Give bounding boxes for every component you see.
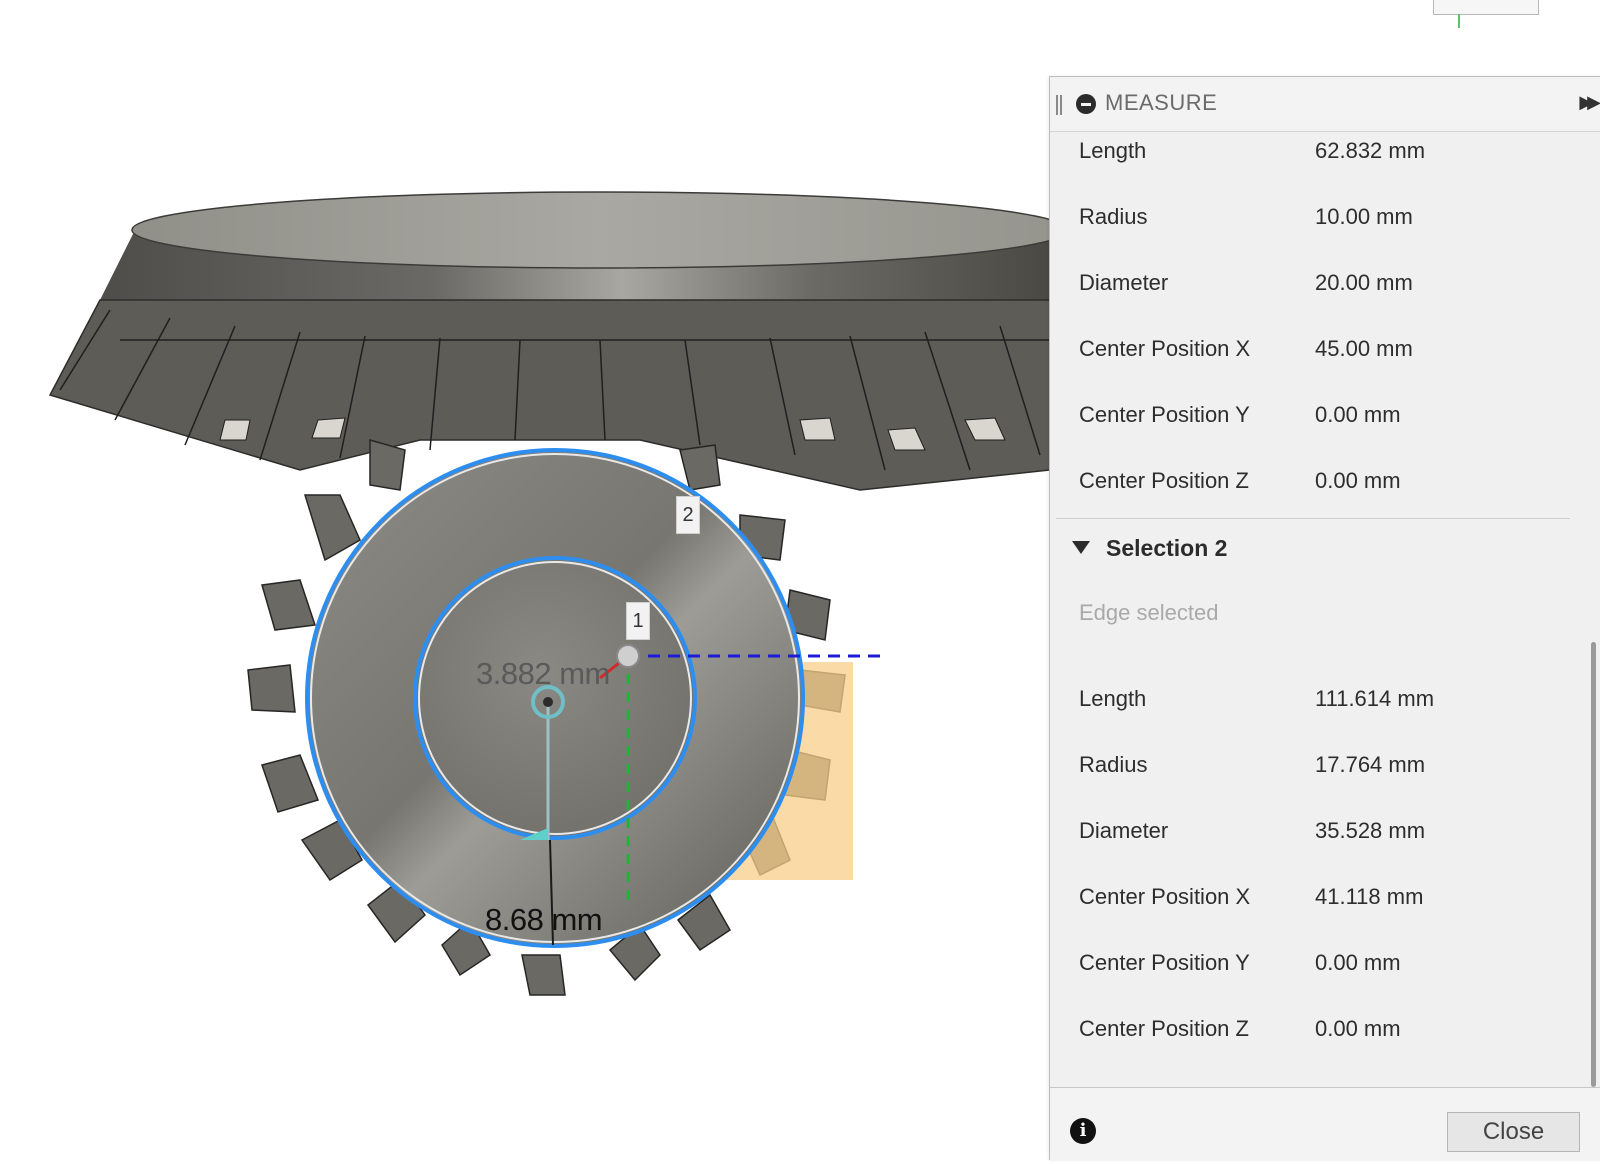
- panel-body[interactable]: Length 62.832 mm Radius 10.00 mm Diamete…: [1050, 132, 1600, 1087]
- measure-row-length: Length 111.614 mm: [1050, 680, 1570, 720]
- row-value: 62.832 mm: [1315, 138, 1426, 163]
- row-label: Center Position X: [1079, 884, 1251, 909]
- pinion-inner-face[interactable]: [413, 556, 697, 840]
- row-label: Center Position X: [1079, 336, 1251, 361]
- section-divider: [1056, 518, 1570, 519]
- measure-panel: MEASURE ▶▶ Length 62.832 mm Radius 10.00…: [1049, 76, 1600, 1161]
- row-label: Center Position Y: [1079, 950, 1250, 975]
- selection-marker-2[interactable]: 2: [676, 496, 700, 534]
- selection-status: Edge selected: [1079, 600, 1219, 625]
- row-value: 0.00 mm: [1315, 468, 1401, 493]
- row-label: Center Position Z: [1079, 468, 1249, 493]
- triangle-down-icon[interactable]: [1072, 541, 1090, 554]
- measure-row-radius: Radius 10.00 mm: [1050, 198, 1570, 238]
- row-value: 0.00 mm: [1315, 950, 1401, 975]
- selection-marker-1[interactable]: 1: [626, 602, 650, 640]
- row-value: 20.00 mm: [1315, 270, 1413, 295]
- dimension-label-bottom: 8.68 mm: [485, 902, 603, 937]
- row-value: 45.00 mm: [1315, 336, 1413, 361]
- panel-title: MEASURE: [1105, 90, 1218, 115]
- minus-circle-icon: [1076, 94, 1096, 114]
- row-label: Center Position Z: [1079, 1016, 1249, 1041]
- dimension-label-radius: 3.882 mm: [476, 656, 610, 691]
- row-value: 111.614 mm: [1315, 686, 1435, 711]
- row-label: Diameter: [1079, 270, 1169, 295]
- row-value: 41.118 mm: [1315, 884, 1424, 909]
- measure-row-radius: Radius 17.764 mm: [1050, 746, 1570, 786]
- bevel-gear-top-face[interactable]: [131, 191, 1069, 269]
- panel-footer: i Close: [1050, 1087, 1600, 1161]
- row-label: Length: [1079, 686, 1147, 711]
- measure-row-center-x: Center Position X 45.00 mm: [1050, 330, 1570, 370]
- measure-row-center-z: Center Position Z 0.00 mm: [1050, 462, 1570, 502]
- close-button[interactable]: Close: [1447, 1112, 1580, 1152]
- double-chevron-right-icon[interactable]: ▶▶: [1579, 92, 1600, 113]
- center-point-dot: [543, 697, 553, 707]
- row-label: Radius: [1079, 752, 1148, 777]
- row-label: Radius: [1079, 204, 1148, 229]
- row-label: Diameter: [1079, 818, 1169, 843]
- measure-row-length: Length 62.832 mm: [1050, 132, 1570, 172]
- measure-row-diameter: Diameter 20.00 mm: [1050, 264, 1570, 304]
- measure-row-center-x: Center Position X 41.118 mm: [1050, 878, 1570, 918]
- measure-row-diameter: Diameter 35.528 mm: [1050, 812, 1570, 852]
- drag-handle-icon[interactable]: [1056, 95, 1062, 115]
- viewcube-axis-icon: [1458, 14, 1460, 28]
- row-value: 10.00 mm: [1315, 204, 1413, 229]
- row-label: Length: [1079, 138, 1147, 163]
- viewcube[interactable]: [1433, 0, 1539, 15]
- row-label: Center Position Y: [1079, 402, 1250, 427]
- panel-header[interactable]: MEASURE ▶▶: [1050, 77, 1600, 132]
- measure-point-handle[interactable]: [616, 644, 640, 668]
- measure-row-center-y: Center Position Y 0.00 mm: [1050, 396, 1570, 436]
- scrollbar-thumb[interactable]: [1591, 642, 1596, 1087]
- measure-row-center-y: Center Position Y 0.00 mm: [1050, 944, 1570, 984]
- row-value: 0.00 mm: [1315, 1016, 1401, 1041]
- row-value: 0.00 mm: [1315, 402, 1401, 427]
- selection-2-title: Selection 2: [1106, 535, 1228, 561]
- row-value: 17.764 mm: [1315, 752, 1426, 777]
- row-value: 35.528 mm: [1315, 818, 1426, 843]
- selection-2-header[interactable]: Selection 2: [1072, 532, 1472, 566]
- info-icon[interactable]: i: [1070, 1118, 1096, 1144]
- measure-row-center-z: Center Position Z 0.00 mm: [1050, 1010, 1570, 1050]
